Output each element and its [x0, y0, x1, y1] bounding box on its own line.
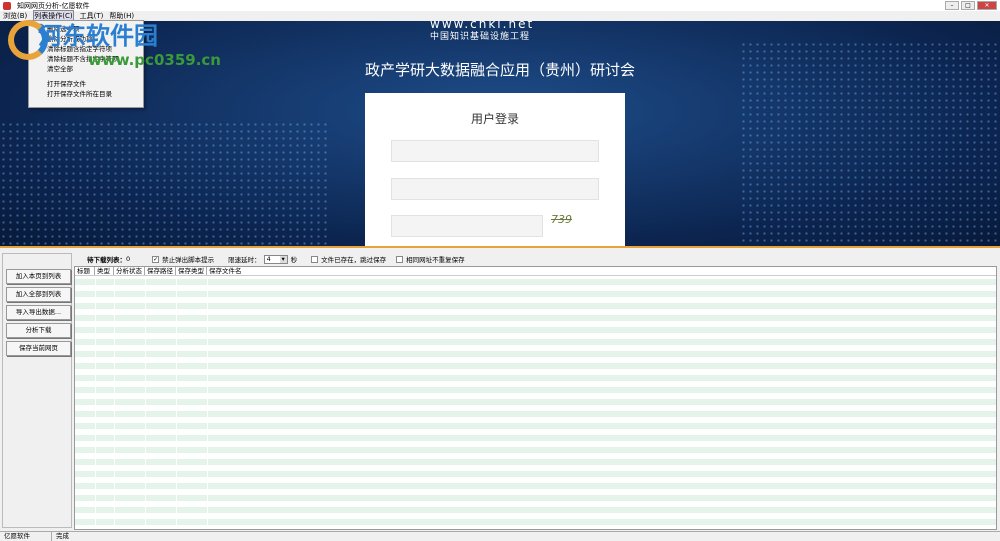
column-line	[145, 276, 146, 529]
col-save-type[interactable]: 保存类型	[176, 267, 207, 275]
col-save-path[interactable]: 保存路径	[145, 267, 176, 275]
analyze-download-button[interactable]: 分析下载	[6, 323, 71, 338]
menu-item-clear-title-contains[interactable]: 清除标题含指定字符项	[29, 44, 143, 54]
timeout-label: 限速延时：	[228, 256, 261, 264]
status-bar: 亿愿软件 完成	[0, 531, 1000, 541]
status-app: 亿愿软件	[0, 532, 52, 541]
status-text: 完成	[56, 532, 69, 540]
window-title: 知网网页分析-亿愿软件	[17, 1, 90, 10]
download-list-table[interactable]: 标题 类型 分析状态 保存路径 保存类型 保存文件名	[74, 266, 997, 530]
menu-item-open-saved-file[interactable]: 打开保存文件	[29, 79, 143, 89]
username-input[interactable]	[391, 140, 599, 162]
app-icon	[3, 1, 11, 10]
action-buttons: 加入本页到列表 加入全部到列表 导入导出数据... 分析下载 保存当前网页	[2, 253, 72, 528]
dot-pattern	[0, 121, 330, 246]
col-status[interactable]: 分析状态	[114, 267, 145, 275]
column-line	[176, 276, 177, 529]
column-line	[114, 276, 115, 529]
password-input[interactable]	[391, 178, 599, 200]
menu-item-clear-all[interactable]: 清空全部	[29, 64, 143, 74]
list-menu-dropdown: 删除选中项 删除分析成功项 清除标题含指定字符项 清除标题不含指定字符项 清空全…	[28, 20, 144, 108]
table-header: 标题 类型 分析状态 保存路径 保存类型 保存文件名	[75, 267, 996, 276]
menu-bar: 浏览(B) 列表操作(C) 工具(T) 帮助(H)	[0, 10, 1000, 22]
column-line	[207, 276, 208, 529]
save-page-button[interactable]: 保存当前网页	[6, 341, 71, 356]
import-export-button[interactable]: 导入导出数据...	[6, 305, 71, 320]
login-box: 用户登录 739	[365, 93, 625, 246]
menu-browse[interactable]: 浏览(B)	[3, 11, 27, 21]
col-file-name[interactable]: 保存文件名	[207, 267, 247, 275]
captcha-image[interactable]: 739	[551, 213, 572, 226]
minimize-button[interactable]: –	[945, 1, 959, 10]
menu-item-delete-selected[interactable]: 删除选中项	[29, 24, 143, 34]
queue-label: 待下载列表：	[87, 256, 126, 264]
event-title: 政产学研大数据融合应用（贵州）研讨会	[364, 61, 635, 79]
skip-existing-label: 文件已存在，跳过保存	[321, 256, 387, 264]
col-title[interactable]: 标题	[75, 267, 95, 275]
no-dup-checkbox[interactable]	[396, 255, 404, 263]
control-panel: 加入本页到列表 加入全部到列表 导入导出数据... 分析下载 保存当前网页 待下…	[0, 250, 1000, 530]
col-type[interactable]: 类型	[95, 267, 114, 275]
column-line	[95, 276, 96, 529]
title-bar: 知网网页分析-亿愿软件 – □ ✕	[0, 0, 1000, 11]
timeout-select[interactable]: 4	[263, 254, 288, 264]
menu-item-delete-success[interactable]: 删除分析成功项	[29, 34, 143, 44]
skip-existing-checkbox[interactable]	[311, 255, 319, 263]
menu-item-clear-title-not-contains[interactable]: 清除标题不含指定字符项	[29, 54, 143, 64]
maximize-button[interactable]: □	[961, 1, 975, 10]
add-page-button[interactable]: 加入本页到列表	[6, 269, 71, 284]
web-browser-view[interactable]: www.cnki.net 中国知识基础设施工程 政产学研大数据融合应用（贵州）研…	[0, 21, 1000, 248]
queue-count: 0	[126, 255, 131, 263]
options-bar: 待下载列表： 0 ✓ 禁止弹出脚本提示 限速延时： 4 秒 文件已存在，跳过保存…	[87, 254, 465, 264]
add-all-button[interactable]: 加入全部到列表	[6, 287, 71, 302]
site-subtitle: 中国知识基础设施工程	[430, 32, 531, 42]
close-button[interactable]: ✕	[977, 1, 997, 10]
captcha-input[interactable]	[391, 215, 543, 237]
disable-popup-checkbox[interactable]: ✓	[152, 255, 160, 263]
disable-popup-label: 禁止弹出脚本提示	[162, 256, 215, 264]
no-dup-label: 相同网址不重复保存	[406, 256, 465, 264]
login-title: 用户登录	[470, 112, 519, 126]
menu-item-open-saved-folder[interactable]: 打开保存文件所在目录	[29, 89, 143, 99]
timeout-unit: 秒	[290, 256, 298, 264]
